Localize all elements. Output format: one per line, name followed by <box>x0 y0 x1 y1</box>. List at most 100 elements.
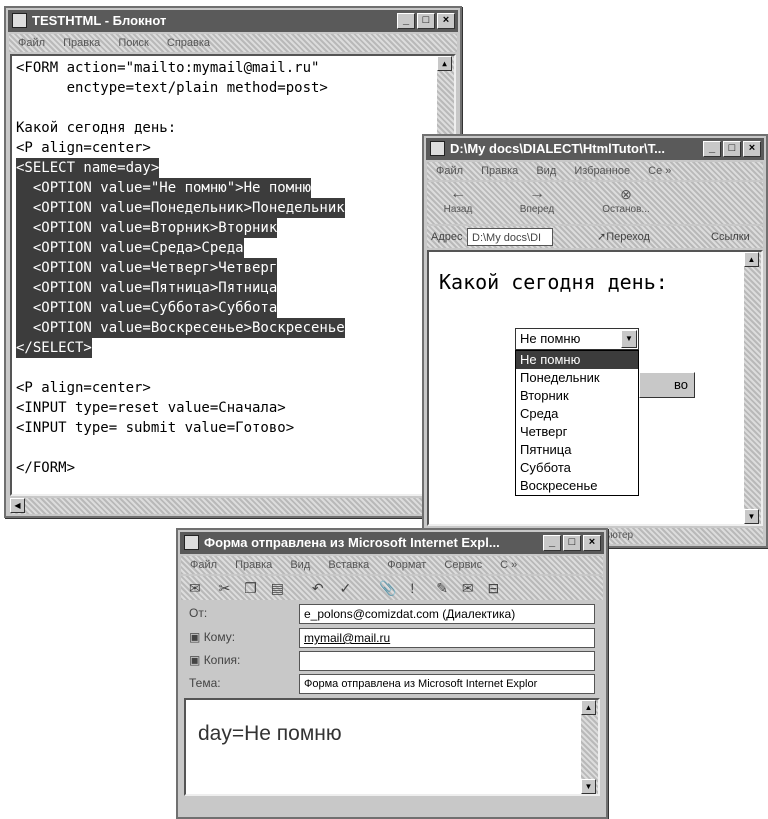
menu-tools[interactable]: Сервис <box>444 559 482 571</box>
browser-vscrollbar[interactable]: ▲ ▼ <box>744 252 761 524</box>
menu-file[interactable]: Файл <box>190 559 217 571</box>
scroll-left-icon[interactable]: ◀ <box>10 498 25 513</box>
from-field[interactable]: e_polons@comizdat.com (Диалектика) <box>299 604 595 624</box>
stop-icon: ⊗ <box>620 186 632 202</box>
minimize-button[interactable]: _ <box>703 141 721 157</box>
browser-toolbar: ← Назад → Вперед ⊗ Останов... <box>427 182 763 224</box>
notepad-hscrollbar[interactable]: ◀ <box>10 498 456 514</box>
browser-title: D:\My docs\DIALECT\HtmlTutor\T... <box>450 141 665 156</box>
scroll-up-icon[interactable]: ▲ <box>437 56 452 71</box>
send-icon[interactable]: ✉ <box>189 580 201 596</box>
code-line: <OPTION value=Среда>Среда <box>16 238 244 258</box>
code-line: <OPTION value=Четверг>Четверг <box>16 258 278 278</box>
scroll-up-icon[interactable]: ▲ <box>744 252 759 267</box>
maximize-button[interactable]: □ <box>723 141 741 157</box>
status-text: ьютер <box>605 530 634 541</box>
to-field[interactable]: mymail@mail.ru <box>299 628 595 648</box>
attach-icon[interactable]: 📎 <box>379 580 396 596</box>
menu-insert[interactable]: Вставка <box>328 559 369 571</box>
address-book-icon[interactable]: ▣ <box>189 630 200 644</box>
mail-window: Форма отправлена из Microsoft Internet E… <box>176 528 608 819</box>
notepad-app-icon <box>12 13 27 28</box>
menu-view[interactable]: Вид <box>290 559 310 571</box>
close-button[interactable]: × <box>743 141 761 157</box>
copy-icon[interactable]: ❐ <box>244 580 257 596</box>
notepad-editor[interactable]: <FORM action="mailto:mymail@mail.ru" enc… <box>10 54 456 496</box>
undo-icon[interactable]: ↶ <box>312 580 324 596</box>
select-option[interactable]: Четверг <box>516 423 638 441</box>
select-option[interactable]: Суббота <box>516 459 638 477</box>
select-option[interactable]: Понедельник <box>516 369 638 387</box>
forward-button[interactable]: → Вперед <box>507 184 567 215</box>
mail-titlebar[interactable]: Форма отправлена из Microsoft Internet E… <box>180 532 604 554</box>
go-arrow-icon: ➚ <box>597 231 607 243</box>
browser-titlebar[interactable]: D:\My docs\DIALECT\HtmlTutor\T... _ □ × <box>426 138 764 160</box>
mail-toolbar: ✉ ✂ ❐ ▤ ↶ ✓ 📎 ! ✎ ✉ ⊟ <box>181 576 603 600</box>
submit-button[interactable]: во <box>639 372 695 398</box>
scroll-up-icon[interactable]: ▲ <box>581 700 596 715</box>
menu-more[interactable]: Се » <box>648 165 671 177</box>
address-book-icon[interactable]: ▣ <box>189 653 200 667</box>
back-button[interactable]: ← Назад <box>433 184 483 215</box>
minimize-button[interactable]: _ <box>543 535 561 551</box>
select-option[interactable]: Пятница <box>516 441 638 459</box>
code-line: <OPTION value="Не помню">Не помню <box>16 178 312 198</box>
select-option[interactable]: Воскресенье <box>516 477 638 495</box>
menu-favorites[interactable]: Избранное <box>574 165 630 177</box>
menu-search[interactable]: Поиск <box>118 37 148 49</box>
code-line: <INPUT type=reset value=Сначала> <box>16 400 286 416</box>
encrypt-icon[interactable]: ✉ <box>462 580 474 596</box>
code-line: <OPTION value=Пятница>Пятница <box>16 278 278 298</box>
chevron-down-icon[interactable]: ▼ <box>621 330 637 348</box>
links-button[interactable]: Ссылки <box>711 226 750 248</box>
menu-edit[interactable]: Правка <box>481 165 518 177</box>
maximize-button[interactable]: □ <box>417 13 435 29</box>
cc-label: ▣ Копия: <box>189 653 241 667</box>
menu-help[interactable]: Справка <box>167 37 210 49</box>
close-button[interactable]: × <box>583 535 601 551</box>
code-line: enctype=text/plain method=post> <box>16 80 328 96</box>
address-input[interactable]: D:\My docs\DI <box>467 228 553 246</box>
mail-menubar: Файл Правка Вид Вставка Формат Сервис С … <box>181 556 603 574</box>
notepad-window: TESTHTML - Блокнот _ □ × Файл Правка Пои… <box>4 6 462 518</box>
minimize-button[interactable]: _ <box>397 13 415 29</box>
code-line: <OPTION value=Понедельник>Понедельник <box>16 198 345 218</box>
scroll-down-icon[interactable]: ▼ <box>744 509 759 524</box>
menu-edit[interactable]: Правка <box>235 559 272 571</box>
day-select[interactable]: Не помню ▼ <box>515 328 639 350</box>
code-line: Какой сегодня день: <box>16 120 177 136</box>
menu-format[interactable]: Формат <box>387 559 426 571</box>
cut-icon[interactable]: ✂ <box>219 580 231 596</box>
mail-app-icon <box>184 535 199 550</box>
code-line: <FORM action="mailto:mymail@mail.ru" <box>16 60 320 76</box>
go-button[interactable]: ➚Переход <box>597 226 650 248</box>
close-button[interactable]: × <box>437 13 455 29</box>
priority-icon[interactable]: ! <box>410 580 414 596</box>
scroll-down-icon[interactable]: ▼ <box>581 779 596 794</box>
select-option[interactable]: Не помню <box>516 351 638 369</box>
mail-body[interactable]: day=Не помню ▲ ▼ <box>184 698 600 796</box>
menu-file[interactable]: Файл <box>436 165 463 177</box>
mail-header: От: e_polons@comizdat.com (Диалектика) ▣… <box>181 602 603 694</box>
browser-window: D:\My docs\DIALECT\HtmlTutor\T... _ □ × … <box>422 134 768 548</box>
menu-edit[interactable]: Правка <box>63 37 100 49</box>
paste-icon[interactable]: ▤ <box>271 580 284 596</box>
notepad-titlebar[interactable]: TESTHTML - Блокнот _ □ × <box>8 10 458 32</box>
check-names-icon[interactable]: ✓ <box>339 580 351 596</box>
menu-file[interactable]: Файл <box>18 37 45 49</box>
from-label: От: <box>189 606 208 620</box>
select-option[interactable]: Среда <box>516 405 638 423</box>
code-line: <OPTION value=Суббота>Суббота <box>16 298 278 318</box>
maximize-button[interactable]: □ <box>563 535 581 551</box>
mail-vscrollbar[interactable]: ▲ ▼ <box>581 700 598 794</box>
subject-field[interactable]: Форма отправлена из Microsoft Internet E… <box>299 674 595 694</box>
menu-view[interactable]: Вид <box>536 165 556 177</box>
sign-icon[interactable]: ✎ <box>436 580 448 596</box>
code-line: </SELECT> <box>16 338 92 358</box>
menu-more[interactable]: С » <box>500 559 517 571</box>
cc-field[interactable] <box>299 651 595 671</box>
offline-icon[interactable]: ⊟ <box>487 580 499 596</box>
stop-button[interactable]: ⊗ Останов... <box>591 184 661 215</box>
select-option[interactable]: Вторник <box>516 387 638 405</box>
mail-title: Форма отправлена из Microsoft Internet E… <box>204 535 500 550</box>
